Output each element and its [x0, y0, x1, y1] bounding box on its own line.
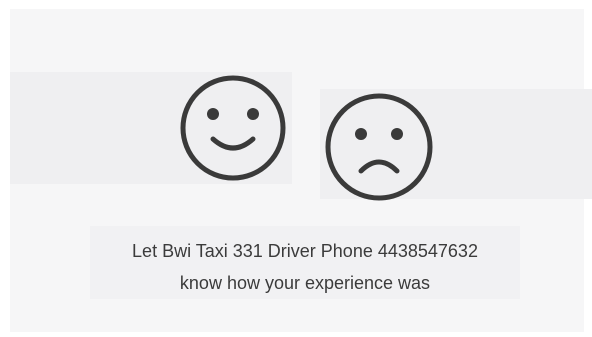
sad-face-button[interactable]: [320, 93, 438, 201]
feedback-message: Let Bwi Taxi 331 Driver Phone 4438547632…: [90, 226, 520, 299]
happy-face-button[interactable]: [176, 75, 290, 181]
feedback-message-line-1: Let Bwi Taxi 331 Driver Phone 4438547632: [132, 241, 478, 261]
smiley-face-icon: [180, 75, 286, 181]
frowning-face-icon: [325, 93, 433, 201]
feedback-message-line-2: know how your experience was: [179, 273, 431, 293]
